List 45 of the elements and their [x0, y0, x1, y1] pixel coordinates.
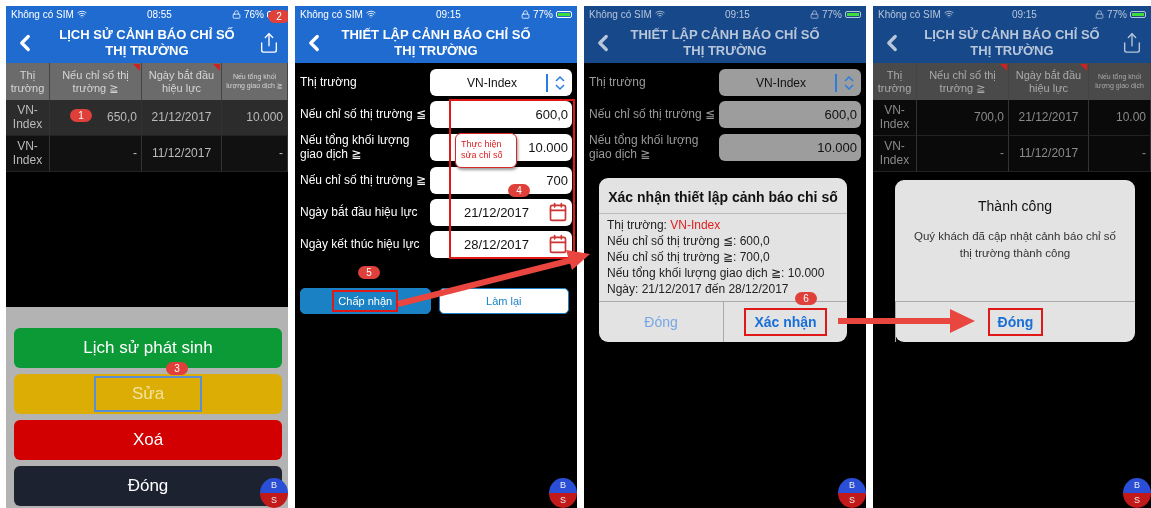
step-badge: 5 — [358, 265, 380, 279]
column-header: Nếu chỉ số thị trường ≧ — [50, 63, 142, 100]
column-header: Nếu chỉ số thị trường ≧ — [917, 63, 1009, 100]
field-label: Ngày bắt đầu hiệu lực — [300, 205, 419, 220]
battery-text: 77% — [532, 8, 553, 20]
field-label: Nếu chỉ số thị trường ≦ — [589, 107, 716, 122]
dialog-title: Thành công — [977, 197, 1053, 216]
step-badge: 4 — [508, 184, 530, 197]
column-header: Thị trường — [873, 63, 917, 100]
step-badge: 6 — [795, 292, 817, 305]
field-label: Ngày kết thúc hiệu lực — [300, 237, 421, 252]
battery-text: 76% — [243, 8, 264, 20]
dialog-line: Nếu chỉ số thị trường ≦: 600,0 — [607, 234, 771, 248]
clock-text: 08:55 — [146, 8, 172, 20]
screen-title: LỊCH SỬ CẢNH BÁO CHỈ SỐ THỊ TRƯỜNG — [923, 26, 1101, 59]
step-badge: 3 — [166, 362, 188, 375]
field-label: Thị trường — [589, 75, 647, 90]
battery-text: 77% — [821, 8, 842, 20]
column-header: Ngày bắt đầu hiệu lực — [1009, 63, 1089, 100]
dialog-line: Nếu chỉ số thị trường ≧: 700,0 — [607, 250, 771, 264]
screen-title: LỊCH SỬ CẢNH BÁO CHỈ SỐ THỊ TRƯỜNG — [58, 26, 236, 59]
field-label: Nếu chỉ số thị trường ≧ — [300, 173, 427, 188]
step-badge: 2 — [268, 9, 288, 23]
field-label: Nếu tổng khối lượng giao dịch ≧ — [589, 133, 700, 162]
dialog-message: Quý khách đã cập nhật cảnh báo chỉ số thị trường thành công — [913, 229, 1117, 261]
carrier-text: Không có SIM — [11, 8, 74, 20]
note-tooltip: Thực hiện sửa chỉ số — [455, 133, 517, 168]
field-label: Nếu chỉ số thị trường ≦ — [300, 107, 427, 122]
column-header: Thị trường — [6, 63, 50, 100]
dialog-line: Ngày: 21/12/2017 đến 28/12/2017 — [607, 282, 790, 296]
field-label: Thị trường — [300, 75, 358, 90]
carrier-text: Không có SIM — [589, 8, 652, 20]
field-label: Nếu tổng khối lượng giao dịch ≧ — [300, 133, 411, 162]
column-header: Ngày bắt đầu hiệu lực — [142, 63, 222, 100]
dialog-line: Thị trường: VN-Index — [607, 218, 722, 232]
clock-text: 09:15 — [435, 8, 461, 20]
screen-title: THIẾT LẬP CẢNH BÁO CHỈ SỐ THỊ TRƯỜNG — [629, 26, 821, 59]
clock-text: 09:15 — [724, 8, 750, 20]
dialog-title: Xác nhận thiết lập cảnh báo chỉ số — [599, 178, 847, 214]
clock-text: 09:15 — [1011, 8, 1037, 20]
carrier-text: Không có SIM — [300, 8, 363, 20]
carrier-text: Không có SIM — [878, 8, 941, 20]
screen-title: THIẾT LẬP CẢNH BÁO CHỈ SỐ THỊ TRƯỜNG — [340, 26, 532, 59]
dialog-line: Nếu tổng khối lượng giao dịch ≧: 10.000 — [607, 266, 826, 280]
battery-text: 77% — [1106, 8, 1127, 20]
